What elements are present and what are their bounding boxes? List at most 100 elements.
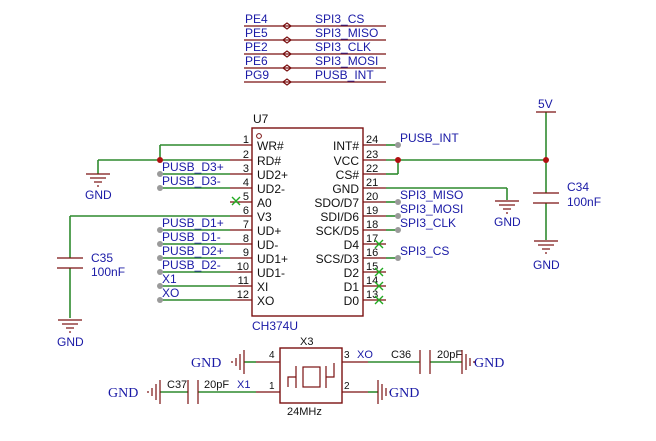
pin-name: D0 <box>344 294 360 308</box>
gnd-label: GND <box>494 215 521 229</box>
pin-number: 1 <box>243 134 249 146</box>
cap-value: 20pF <box>204 379 229 391</box>
pin-number: 18 <box>366 219 378 231</box>
chip-designator: U7 <box>253 112 269 126</box>
net-label: X1 <box>162 272 177 286</box>
pin-number: 24 <box>366 134 378 146</box>
cap-value: 100nF <box>567 195 601 209</box>
cap-value: 20pF <box>437 349 462 361</box>
crystal-value: 24MHz <box>287 406 322 418</box>
cap-ref: C35 <box>91 251 113 265</box>
pin-number: 6 <box>243 205 249 217</box>
pin-number: 11 <box>238 275 249 287</box>
crystal-pin: 3 <box>344 350 350 361</box>
pin-number: 12 <box>237 289 249 301</box>
crystal-pin: 1 <box>269 381 275 392</box>
pin-number: 9 <box>243 247 249 259</box>
pin-number: 14 <box>366 275 378 287</box>
pin-number: 3 <box>243 163 249 175</box>
gnd-label: GND <box>474 356 504 371</box>
capacitor-c34: C34 100nF <box>533 180 601 209</box>
gnd-symbol: GND <box>85 173 112 202</box>
net-label: X1 <box>237 379 250 391</box>
cap-ref: C34 <box>567 180 589 194</box>
net-label: XO <box>357 349 373 361</box>
right-net-labels: PUSB_INT SPI3_MISO SPI3_MOSI SPI3_CLK SP… <box>400 131 463 258</box>
pin-number: 8 <box>243 233 249 245</box>
pin-name: VCC <box>334 154 360 168</box>
pin-name: UD1+ <box>257 252 288 266</box>
pin-name: A0 <box>257 196 272 210</box>
pin-number: 19 <box>366 205 378 217</box>
pin-number: 16 <box>366 247 378 259</box>
left-pin-numbers: 1 2 3 4 5 6 7 8 9 10 11 12 <box>237 134 249 301</box>
net-label: PUSB_INT <box>400 131 459 145</box>
chip-u7: U7 CH374U 1 2 3 4 5 6 7 8 9 10 11 12 WR#… <box>230 112 386 333</box>
gnd-label: GND <box>533 258 560 272</box>
pin-number: 20 <box>366 191 378 203</box>
gnd-symbol: GND <box>461 350 504 374</box>
no-connect-marker <box>231 196 241 206</box>
pin-name: UD+ <box>257 224 281 238</box>
junction-dot <box>543 157 549 163</box>
pin-number: 2 <box>243 149 249 161</box>
top-net-label: SPI3_CLK <box>315 40 371 54</box>
top-net-label: SPI3_MISO <box>315 26 378 40</box>
crystal-ref: X3 <box>300 336 313 348</box>
pin-name: GND <box>332 182 359 196</box>
gnd-symbol: GND <box>533 240 560 272</box>
crystal-pin: 2 <box>344 381 350 392</box>
gnd-symbol: GND <box>191 350 245 374</box>
top-net-label: SPI3_CS <box>315 12 364 26</box>
top-pin-label: PE6 <box>245 54 268 68</box>
top-net-label: PUSB_INT <box>315 68 374 82</box>
top-net-label-block: PE4 PE5 PE2 PE6 PG9 SPI3_CS SPI3_MISO SP… <box>244 12 386 86</box>
top-net-label: SPI3_MOSI <box>315 54 378 68</box>
pin-number: 23 <box>366 149 378 161</box>
power-5v-symbol: 5V <box>536 97 556 113</box>
gnd-label: GND <box>108 386 138 401</box>
pin-name: UD1- <box>257 266 285 280</box>
net-label: PUSB_D3+ <box>162 160 224 174</box>
pin-name: UD- <box>257 238 278 252</box>
pin-name: INT# <box>333 139 359 153</box>
top-pin-label: PE2 <box>245 40 268 54</box>
gnd-symbol: GND <box>108 380 161 404</box>
pin-name: D2 <box>344 266 360 280</box>
pin-name: SDO/D7 <box>314 196 359 210</box>
net-label: PUSB_D1+ <box>162 216 224 230</box>
top-pin-label: PE5 <box>245 26 268 40</box>
net-label: SPI3_MISO <box>400 188 463 202</box>
pin-number: 5 <box>243 191 249 203</box>
top-pin-label: PE4 <box>245 12 268 26</box>
left-net-labels: PUSB_D3+ PUSB_D3- PUSB_D1+ PUSB_D1- PUSB… <box>162 160 224 300</box>
pin-name: UD2+ <box>257 168 288 182</box>
pin-name: D4 <box>344 238 360 252</box>
crystal-x3: X3 24MHz 4 3 1 2 <box>256 336 368 418</box>
left-pin-names: WR# RD# UD2+ UD2- A0 V3 UD+ UD- UD1+ UD1… <box>257 139 288 308</box>
cap-value: 100nF <box>91 265 125 279</box>
pin-number: 15 <box>366 261 378 273</box>
gnd-label: GND <box>191 356 221 371</box>
net-label: PUSB_D1- <box>162 230 221 244</box>
pin-name: D1 <box>344 280 360 294</box>
crystal-pin: 4 <box>269 350 275 361</box>
gnd-label: GND <box>389 386 419 401</box>
pin-name: SDI/D6 <box>320 210 359 224</box>
pin-name: SCS/D3 <box>316 252 360 266</box>
right-pin-names: INT# VCC CS# GND SDO/D7 SDI/D6 SCK/D5 D4… <box>314 139 359 308</box>
pin-name: RD# <box>257 154 281 168</box>
net-label: PUSB_D2+ <box>162 244 224 258</box>
pin-name: SCK/D5 <box>316 224 360 238</box>
pin-number: 4 <box>243 177 249 189</box>
net-label: SPI3_CLK <box>400 216 456 230</box>
pin-name: XI <box>257 280 268 294</box>
pin-name: CS# <box>336 168 360 182</box>
gnd-symbol: GND <box>377 380 419 404</box>
pin-name: XO <box>257 294 274 308</box>
pin-number: 17 <box>366 233 378 245</box>
chip-part: CH374U <box>252 319 298 333</box>
gnd-symbol: GND <box>494 200 521 229</box>
pin-number: 7 <box>243 219 249 231</box>
net-label: SPI3_CS <box>400 244 449 258</box>
